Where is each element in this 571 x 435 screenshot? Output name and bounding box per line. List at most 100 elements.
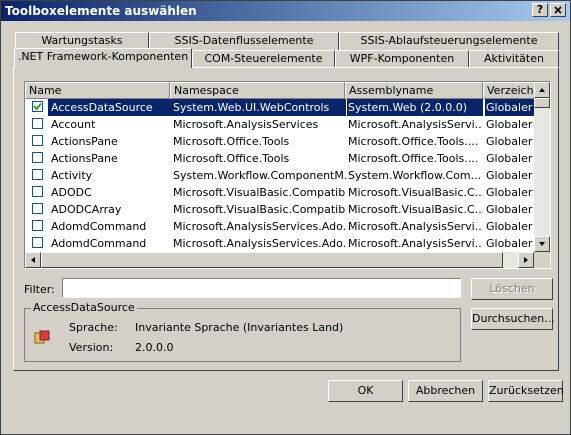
row-checkbox[interactable]: [32, 118, 43, 129]
cell-assembly: Microsoft.Office.Tools....: [348, 135, 479, 148]
horizontal-scroll-thumb[interactable]: [41, 252, 503, 268]
list-row[interactable]: ADODCArray Microsoft.VisualBasic.Compatib…: [25, 201, 537, 218]
arrow-down-icon: [539, 242, 545, 246]
tab-net-framework[interactable]: .NET Framework-Komponenten: [14, 48, 192, 68]
cell-namespace: Microsoft.VisualBasic.Compatibi...: [173, 203, 346, 216]
vertical-scrollbar[interactable]: [534, 82, 550, 252]
help-button[interactable]: ?: [532, 3, 548, 17]
cell-directory: Globaler A: [486, 152, 537, 165]
cell-directory: Globaler A: [486, 220, 537, 233]
filter-input[interactable]: [62, 278, 461, 298]
component-list[interactable]: Name Namespace Assemblyname Verzeichnis …: [24, 81, 551, 269]
checkmark-icon: [33, 102, 42, 111]
scroll-right-button[interactable]: [518, 252, 534, 268]
component-icon: [34, 330, 50, 344]
cell-assembly: Microsoft.AnalysisServi...: [348, 237, 483, 250]
cell-assembly: System.Web (2.0.0.0): [347, 99, 483, 116]
row-checkbox[interactable]: [32, 203, 43, 214]
list-row[interactable]: AccessDataSource System.Web.UI.WebControl…: [25, 99, 537, 116]
list-row[interactable]: Activity System.Workflow.ComponentM... Sys…: [25, 167, 537, 184]
cell-assembly: Microsoft.AnalysisServi...: [348, 220, 483, 233]
scroll-left-button[interactable]: [25, 252, 41, 268]
scroll-up-button[interactable]: [534, 82, 550, 98]
vertical-scroll-thumb[interactable]: [534, 98, 550, 108]
cell-namespace: System.Workflow.ComponentM...: [173, 169, 346, 182]
cell-directory: Globaler A: [486, 186, 537, 199]
details-legend: AccessDataSource: [31, 301, 137, 314]
cell-assembly: Microsoft.Office.Tools....: [348, 152, 479, 165]
version-label: Version:: [69, 341, 114, 354]
cell-directory: Globaler A: [486, 203, 537, 216]
cell-name: AdomdCommand: [51, 237, 147, 250]
cell-directory: Globaler A: [486, 118, 537, 131]
cell-name: ActionsPane: [51, 135, 118, 148]
cell-namespace: Microsoft.Office.Tools: [173, 152, 290, 165]
title-bar[interactable]: Toolboxelemente auswählen ?: [1, 1, 570, 21]
cell-assembly: Microsoft.VisualBasic.C...: [348, 186, 483, 199]
list-row[interactable]: ADODC Microsoft.VisualBasic.Compatibi... M…: [25, 184, 537, 201]
tab-label: Aktivitäten: [484, 52, 544, 65]
tab-ssis-ablaufsteuerung[interactable]: SSIS-Ablaufsteuerungselemente: [339, 32, 559, 50]
ok-button[interactable]: OK: [328, 380, 403, 402]
tab-label: SSIS-Ablaufsteuerungselemente: [360, 34, 538, 47]
tab-label: WPF-Komponenten: [349, 52, 455, 65]
scroll-corner: [534, 252, 550, 268]
toolbox-dialog: Toolboxelemente auswählen ? Wartungstask…: [0, 0, 571, 435]
row-checkbox[interactable]: [32, 135, 43, 146]
cell-directory: Globaler A: [486, 237, 537, 250]
row-checkbox[interactable]: [32, 186, 43, 197]
reset-button[interactable]: Zurücksetzen: [488, 380, 564, 402]
window-title: Toolboxelemente auswählen: [5, 4, 197, 18]
column-header-namespace[interactable]: Namespace: [170, 82, 345, 99]
cell-assembly: Microsoft.VisualBasic.C...: [348, 203, 483, 216]
row-checkbox[interactable]: [32, 220, 43, 231]
cell-namespace: Microsoft.VisualBasic.Compatibi...: [173, 186, 346, 199]
horizontal-scrollbar[interactable]: [25, 252, 534, 268]
tab-label: SSIS-Datenflusselemente: [174, 34, 314, 47]
cell-assembly: Microsoft.AnalysisServi...: [348, 118, 483, 131]
arrow-left-icon: [31, 257, 35, 263]
column-header-name[interactable]: Name: [25, 82, 170, 99]
row-checkbox[interactable]: [32, 152, 43, 163]
cell-name: AdomdCommand: [51, 220, 147, 233]
cell-namespace: Microsoft.Office.Tools: [173, 135, 290, 148]
tab-com-steuerelemente[interactable]: COM-Steuerelemente: [192, 50, 335, 68]
tab-label: .NET Framework-Komponenten: [17, 50, 189, 63]
cell-namespace: System.Web.UI.WebControls: [172, 99, 346, 116]
close-button[interactable]: [550, 3, 566, 17]
cell-name: Account: [51, 118, 96, 131]
column-header-assembly[interactable]: Assemblyname: [345, 82, 483, 99]
cell-name: ActionsPane: [51, 152, 118, 165]
filter-label: Filter:: [24, 283, 55, 296]
language-value: Invariante Sprache (Invariantes Land): [135, 321, 344, 334]
cell-assembly: System.Workflow.Com...: [348, 169, 482, 182]
cell-directory: Globaler A: [486, 169, 537, 182]
cell-namespace: Microsoft.AnalysisServices.Ado...: [173, 220, 346, 233]
scroll-down-button[interactable]: [534, 236, 550, 252]
list-row[interactable]: Account Microsoft.AnalysisServices Microso…: [25, 116, 537, 133]
row-checkbox[interactable]: [32, 169, 43, 180]
tab-aktivitaeten[interactable]: Aktivitäten: [469, 50, 559, 68]
tab-wpf-komponenten[interactable]: WPF-Komponenten: [335, 50, 469, 68]
list-row[interactable]: AdomdCommand Microsoft.AnalysisServices.A…: [25, 235, 537, 252]
row-checkbox[interactable]: [32, 237, 43, 248]
arrow-right-icon: [524, 257, 528, 263]
cell-namespace: Microsoft.AnalysisServices.Ado...: [173, 237, 346, 250]
cell-directory: Globaler A: [485, 99, 537, 116]
row-checkbox[interactable]: [32, 101, 43, 112]
language-label: Sprache:: [69, 321, 118, 334]
version-value: 2.0.0.0: [135, 341, 174, 354]
clear-button[interactable]: Löschen: [471, 278, 553, 300]
cancel-button[interactable]: Abbrechen: [408, 380, 483, 402]
details-group: AccessDataSource Sprache: Invariante Spr…: [24, 301, 461, 362]
cell-namespace: Microsoft.AnalysisServices: [173, 118, 319, 131]
cell-directory: Globaler A: [486, 135, 537, 148]
cell-name: Activity: [51, 169, 93, 182]
arrow-up-icon: [539, 88, 545, 92]
browse-button[interactable]: Durchsuchen...: [471, 308, 555, 330]
tab-label: Wartungstasks: [41, 34, 123, 47]
close-icon: [554, 6, 562, 14]
list-row[interactable]: ActionsPane Microsoft.Office.Tools Microso…: [25, 133, 537, 150]
list-row[interactable]: ActionsPane Microsoft.Office.Tools Microso…: [25, 150, 537, 167]
list-row[interactable]: AdomdCommand Microsoft.AnalysisServices.A…: [25, 218, 537, 235]
